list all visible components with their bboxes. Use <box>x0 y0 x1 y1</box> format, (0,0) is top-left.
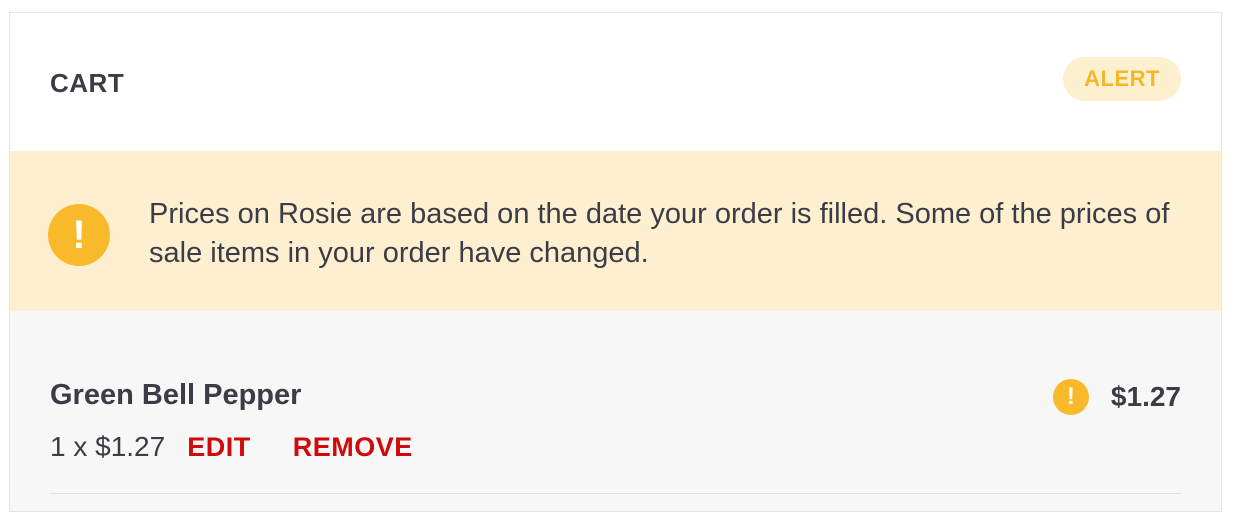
edit-button[interactable]: EDIT <box>187 432 251 463</box>
exclamation-icon: ! <box>48 204 110 266</box>
cart-title: CART <box>50 68 125 98</box>
alert-badge: ALERT <box>1063 57 1181 101</box>
remove-button[interactable]: REMOVE <box>293 432 413 463</box>
item-price: $1.27 <box>1110 381 1181 412</box>
cart-card: CART ALERT ! Prices on Rosie are based o… <box>9 12 1222 512</box>
cart-header: CART ALERT <box>10 13 1221 151</box>
price-change-banner: ! Prices on Rosie are based on the date … <box>10 151 1221 311</box>
item-quantity-price: 1 x $1.27 <box>50 431 166 462</box>
price-alert-exclamation-icon: ! <box>1052 379 1089 415</box>
item-price-area: ! $1.27 <box>1052 379 1181 415</box>
item-name: Green Bell Pepper <box>50 379 302 411</box>
item-meta: 1 x $1.27 EDIT REMOVE <box>50 431 413 463</box>
cart-item-list: Green Bell Pepper 1 x $1.27 EDIT REMOVE … <box>10 311 1221 511</box>
item-divider <box>50 493 1181 494</box>
banner-message: Prices on Rosie are based on the date yo… <box>149 198 1170 269</box>
